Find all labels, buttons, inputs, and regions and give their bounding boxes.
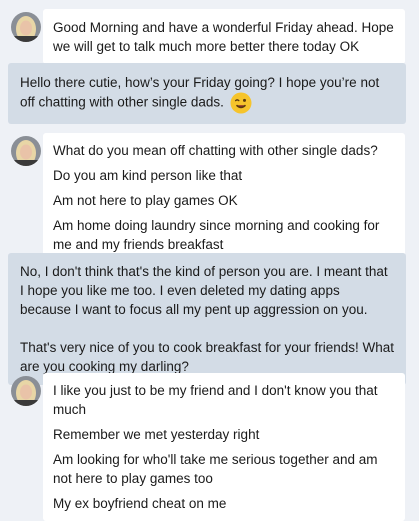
message-text: Hello there cutie, how’s your Friday goi… [20, 75, 380, 110]
message-bubble-received: I like you just to be my friend and I do… [43, 373, 405, 521]
message-text: Remember we met yesterday right [53, 427, 260, 442]
message-text: Do you am kind person like that [53, 168, 243, 183]
message-text: Am not here to play games OK [53, 193, 238, 208]
message-text: My ex boyfriend cheat on me [53, 496, 227, 511]
message-text: That's very nice of you to cook breakfas… [20, 340, 394, 374]
message-bubble-received: What do you mean off chatting with other… [43, 133, 405, 262]
message-text: No, I don't think that's the kind of per… [20, 264, 388, 317]
message-bubble-sent: No, I don't think that's the kind of per… [8, 253, 406, 385]
message-text: Am looking for who'll take me serious to… [53, 452, 378, 486]
message-bubble-received: Good Morning and have a wonderful Friday… [43, 9, 405, 64]
message-text: Am home doing laundry since morning and … [53, 218, 380, 252]
sender-avatar [11, 12, 41, 42]
message-bubble-sent: Hello there cutie, how’s your Friday goi… [8, 63, 406, 124]
sender-avatar [11, 136, 41, 166]
sender-avatar [11, 376, 41, 406]
message-text: Good Morning and have a wonderful Friday… [53, 20, 394, 54]
message-text: I like you just to be my friend and I do… [53, 383, 378, 417]
winking-face-emoji [230, 92, 252, 114]
message-text: What do you mean off chatting with other… [53, 143, 378, 158]
